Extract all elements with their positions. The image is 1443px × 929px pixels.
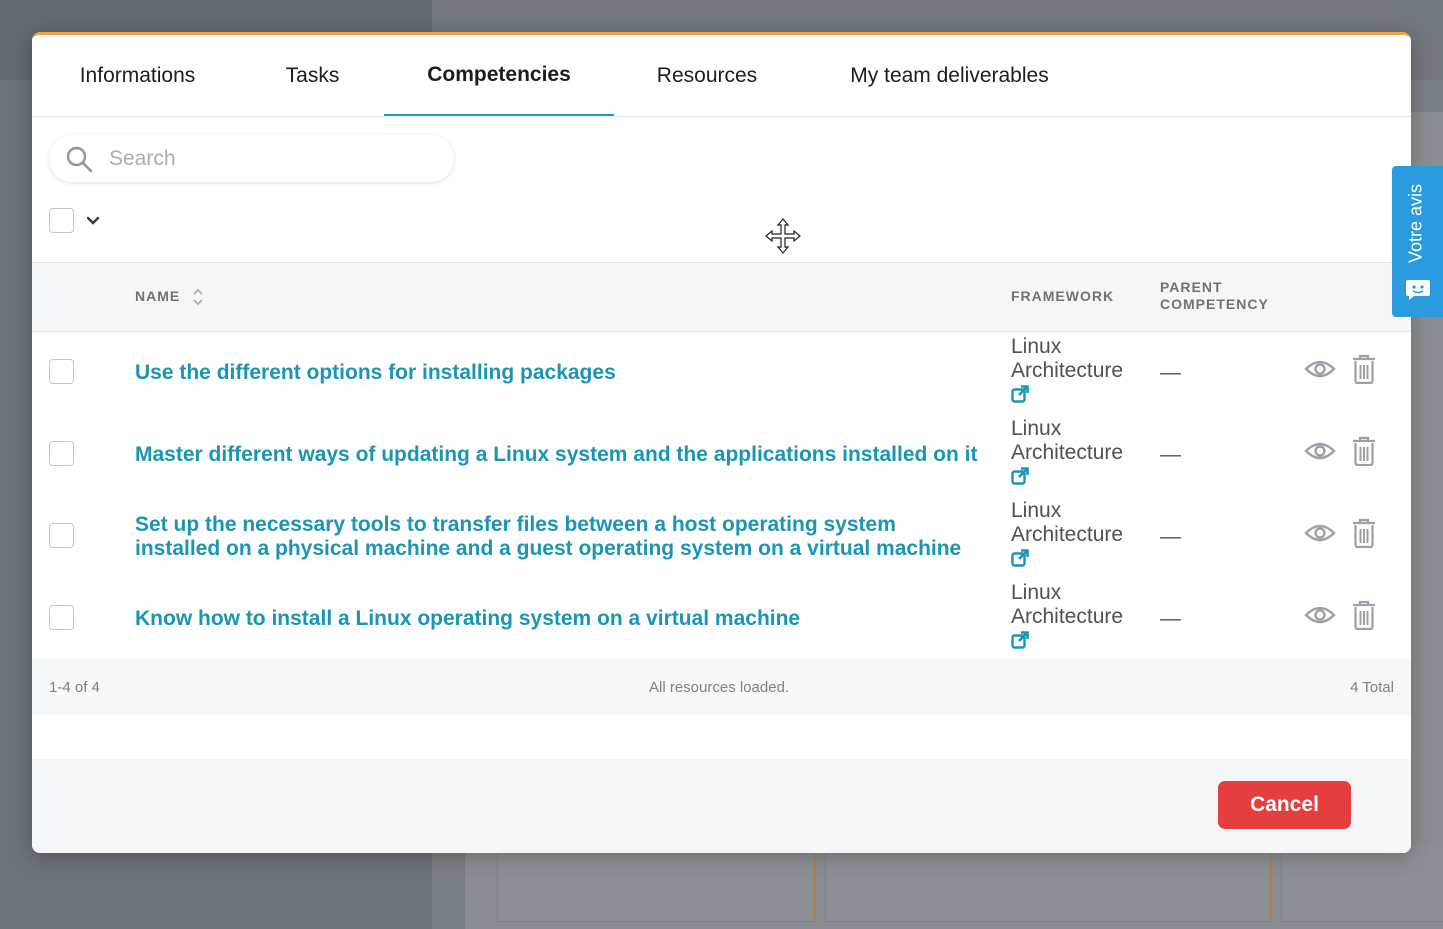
framework-name-line2: Architecture bbox=[1011, 523, 1124, 546]
column-header-framework: FRAMEWORK bbox=[1011, 288, 1115, 304]
framework-cell: Linux Architecture bbox=[1011, 335, 1151, 403]
trash-icon[interactable] bbox=[1352, 436, 1376, 466]
table-header: NAME FRAMEWORK PARENT COMPETENCY bbox=[32, 262, 1411, 332]
load-status: All resources loaded. bbox=[649, 679, 790, 696]
row-checkbox[interactable] bbox=[49, 523, 74, 548]
cancel-button[interactable]: Cancel bbox=[1218, 781, 1351, 829]
framework-name-line1: Linux bbox=[1011, 581, 1062, 604]
framework-name-line1: Linux bbox=[1011, 335, 1062, 358]
table-row: Master different ways of updating a Linu… bbox=[32, 414, 1411, 497]
framework-name-line1: Linux bbox=[1011, 499, 1062, 522]
background-card bbox=[825, 846, 1271, 922]
modal-footer: Cancel bbox=[32, 759, 1411, 853]
external-link-icon[interactable] bbox=[1011, 385, 1029, 403]
parent-competency-cell: — bbox=[1160, 525, 1181, 548]
pagination-range: 1-4 of 4 bbox=[49, 679, 100, 696]
competency-link[interactable]: Master different ways of updating a Linu… bbox=[135, 414, 985, 496]
tab-informations[interactable]: Informations bbox=[54, 35, 221, 116]
parent-competency-cell: — bbox=[1160, 443, 1181, 466]
feedback-label: Votre avis bbox=[1405, 183, 1426, 263]
table-footer: 1-4 of 4 All resources loaded. 4 Total bbox=[32, 659, 1411, 715]
table-row: Set up the necessary tools to transfer f… bbox=[32, 496, 1411, 579]
external-link-icon[interactable] bbox=[1011, 549, 1029, 567]
tab-bar: Informations Tasks Competencies Resource… bbox=[32, 35, 1411, 117]
trash-icon[interactable] bbox=[1352, 600, 1376, 630]
tab-my-team-deliverables[interactable]: My team deliverables bbox=[827, 35, 1072, 116]
tab-competencies[interactable]: Competencies bbox=[384, 35, 614, 116]
external-link-icon[interactable] bbox=[1011, 467, 1029, 485]
feedback-icon bbox=[1406, 280, 1430, 300]
select-all-checkbox[interactable] bbox=[49, 208, 74, 233]
row-checkbox[interactable] bbox=[49, 359, 74, 384]
eye-icon[interactable] bbox=[1304, 521, 1336, 545]
search-input[interactable] bbox=[107, 145, 411, 172]
framework-cell: Linux Architecture bbox=[1011, 581, 1151, 649]
row-checkbox[interactable] bbox=[49, 605, 74, 630]
competency-link[interactable]: Use the different options for installing… bbox=[135, 332, 985, 414]
column-header-parent-line1: PARENT bbox=[1160, 279, 1223, 295]
parent-competency-cell: — bbox=[1160, 607, 1181, 630]
background-card bbox=[497, 846, 815, 922]
competency-link[interactable]: Know how to install a Linux operating sy… bbox=[135, 578, 985, 660]
framework-cell: Linux Architecture bbox=[1011, 417, 1151, 485]
table-row: Use the different options for installing… bbox=[32, 332, 1411, 415]
external-link-icon[interactable] bbox=[1011, 631, 1029, 649]
tab-resources[interactable]: Resources bbox=[642, 35, 772, 116]
column-header-name[interactable]: NAME bbox=[135, 288, 180, 304]
framework-name-line2: Architecture bbox=[1011, 441, 1124, 464]
table-row: Know how to install a Linux operating sy… bbox=[32, 578, 1411, 661]
framework-name-line1: Linux bbox=[1011, 417, 1062, 440]
background-card bbox=[1281, 846, 1443, 922]
eye-icon[interactable] bbox=[1304, 603, 1336, 627]
framework-name-line2: Architecture bbox=[1011, 359, 1124, 382]
competency-link[interactable]: Set up the necessary tools to transfer f… bbox=[135, 496, 985, 578]
tab-tasks[interactable]: Tasks bbox=[270, 35, 355, 116]
chevron-down-icon[interactable] bbox=[86, 216, 100, 226]
framework-name-line2: Architecture bbox=[1011, 605, 1124, 628]
search-box bbox=[49, 135, 454, 182]
total-count: 4 Total bbox=[1350, 679, 1394, 696]
sort-icon[interactable] bbox=[192, 287, 204, 307]
framework-cell: Linux Architecture bbox=[1011, 499, 1151, 567]
competencies-modal: Informations Tasks Competencies Resource… bbox=[32, 32, 1411, 853]
feedback-tab[interactable]: Votre avis bbox=[1392, 166, 1443, 317]
eye-icon[interactable] bbox=[1304, 439, 1336, 463]
trash-icon[interactable] bbox=[1352, 354, 1376, 384]
row-checkbox[interactable] bbox=[49, 441, 74, 466]
search-icon bbox=[66, 146, 93, 172]
parent-competency-cell: — bbox=[1160, 361, 1181, 384]
column-header-parent-line2: COMPETENCY bbox=[1160, 296, 1269, 312]
trash-icon[interactable] bbox=[1352, 518, 1376, 548]
move-icon bbox=[765, 218, 801, 254]
eye-icon[interactable] bbox=[1304, 357, 1336, 381]
